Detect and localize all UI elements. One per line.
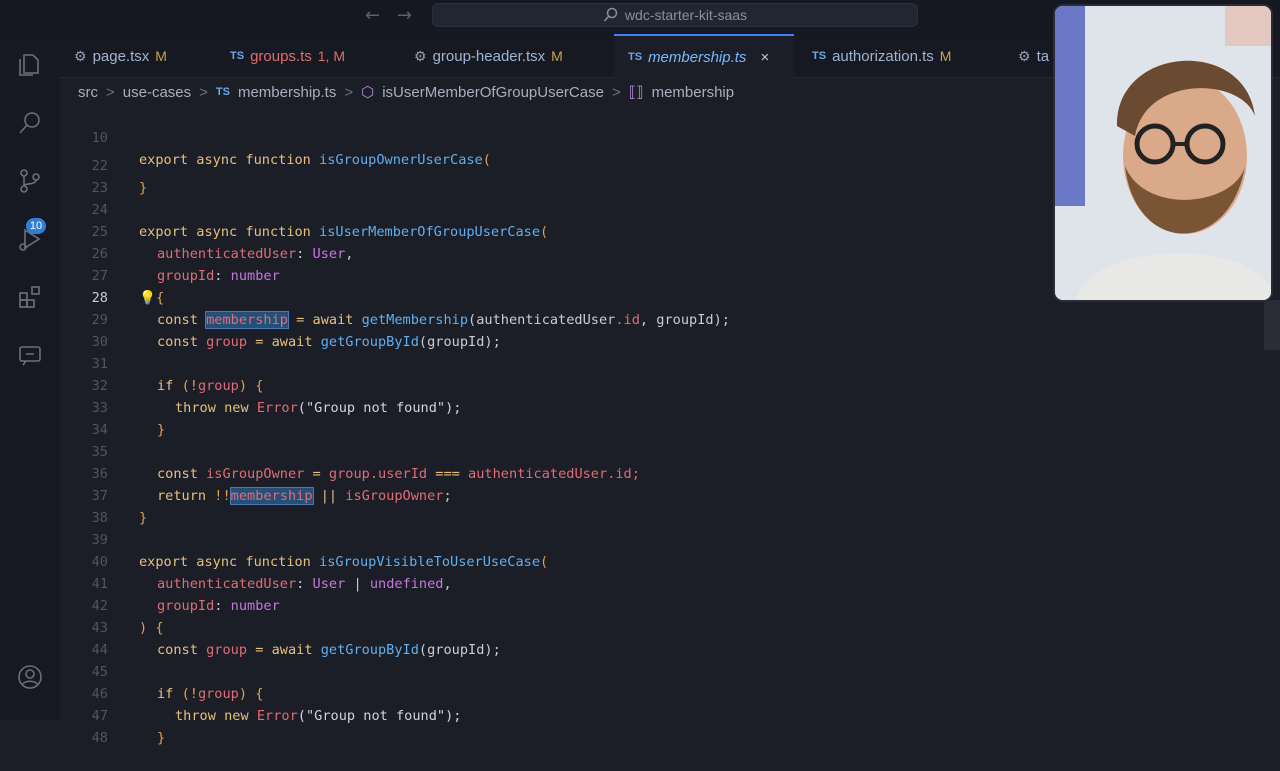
editor-scrollbar[interactable] bbox=[1264, 300, 1280, 350]
code-line: 36 return !!membership || isGroupOwner; bbox=[60, 441, 1280, 505]
gear-icon: ⚙ bbox=[74, 47, 87, 64]
close-icon[interactable]: × bbox=[760, 49, 769, 66]
account-icon[interactable] bbox=[13, 660, 47, 694]
breadcrumb-function[interactable]: isUserMemberOfGroupUserCase bbox=[382, 84, 604, 101]
code-line: 41 groupId: number bbox=[60, 551, 1280, 614]
chevron-right-icon: > bbox=[199, 83, 208, 101]
typescript-icon: TS bbox=[628, 51, 643, 63]
breadcrumb-folder[interactable]: use-cases bbox=[123, 84, 191, 101]
modified-badge: M bbox=[551, 48, 563, 64]
modified-badge: M bbox=[939, 48, 952, 64]
tab-authorization-ts[interactable]: TS authorization.ts M bbox=[798, 34, 998, 78]
gear-icon: ⚙ bbox=[414, 47, 427, 64]
command-center-search[interactable]: wdc-starter-kit-saas bbox=[432, 3, 918, 27]
tab-label: group-header.tsx bbox=[432, 47, 546, 65]
variable-icon: ⟦⟧ bbox=[628, 84, 644, 101]
code-line: 33 } bbox=[60, 375, 1280, 438]
typescript-icon: TS bbox=[812, 50, 827, 62]
explorer-icon[interactable] bbox=[13, 48, 47, 82]
webcam-overlay bbox=[1053, 4, 1273, 302]
modified-badge: M bbox=[155, 48, 167, 64]
search-icon bbox=[603, 7, 618, 22]
tab-label: membership.ts bbox=[648, 48, 747, 66]
tab-page-tsx[interactable]: ⚙ page.tsx M bbox=[60, 34, 210, 78]
code-line: 42 ) { bbox=[60, 573, 1280, 636]
source-control-icon[interactable] bbox=[13, 164, 47, 198]
remote-explorer-icon[interactable] bbox=[13, 338, 47, 372]
code-line: 38 bbox=[60, 485, 1280, 526]
code-line: 31 if (!group) { bbox=[60, 331, 1280, 394]
tab-label: authorization.ts bbox=[832, 47, 934, 65]
run-debug-icon[interactable] bbox=[13, 222, 47, 256]
code-line: 30 bbox=[60, 309, 1280, 350]
tab-membership-ts[interactable]: TS membership.ts × bbox=[614, 34, 794, 78]
forward-arrow-icon[interactable]: → bbox=[397, 5, 412, 26]
code-line: 44 bbox=[60, 617, 1280, 658]
tab-group-header-tsx[interactable]: ⚙ group-header.tsx M bbox=[400, 34, 612, 78]
breadcrumb-file[interactable]: membership.ts bbox=[238, 84, 336, 101]
chevron-right-icon: > bbox=[344, 83, 354, 101]
typescript-icon: TS bbox=[215, 86, 230, 98]
back-arrow-icon[interactable]: ← bbox=[365, 5, 380, 26]
breadcrumb-symbol[interactable]: membership bbox=[652, 84, 735, 101]
extensions-icon[interactable] bbox=[13, 280, 47, 314]
code-line: 39 export async function isGroupVisibleT… bbox=[60, 507, 1280, 570]
breadcrumb-src[interactable]: src bbox=[78, 84, 98, 101]
code-line: 32 throw new Error("Group not found"); bbox=[60, 353, 1280, 416]
code-line: 48 bbox=[60, 705, 1280, 746]
tab-label: page.tsx bbox=[92, 47, 150, 65]
code-line: 43 const group = await getGroupById(grou… bbox=[60, 595, 1280, 658]
code-line: 46 throw new Error("Group not found"); bbox=[60, 661, 1280, 724]
tab-label: ta bbox=[1036, 47, 1050, 65]
code-line: 40 authenticatedUser: User | undefined, bbox=[60, 529, 1280, 592]
line-number: 48 bbox=[91, 730, 108, 746]
chevron-right-icon: > bbox=[106, 83, 115, 101]
code-line: 35 const isGroupOwner = group.userId ===… bbox=[60, 419, 1280, 482]
code-line: 34 bbox=[60, 397, 1280, 438]
tab-label: groups.ts bbox=[250, 47, 312, 65]
presenter-video bbox=[1055, 6, 1271, 300]
code-line: 45 if (!group) { bbox=[60, 639, 1280, 702]
typescript-icon: TS bbox=[230, 50, 245, 62]
gear-icon: ⚙ bbox=[1018, 47, 1031, 64]
chevron-right-icon: > bbox=[611, 83, 621, 101]
search-icon[interactable] bbox=[13, 106, 47, 140]
code-line: 47 } bbox=[60, 683, 1280, 746]
tab-groups-ts[interactable]: TS groups.ts 1, M bbox=[216, 34, 396, 78]
error-badge: 1, M bbox=[317, 48, 345, 64]
workspace-name: wdc-starter-kit-saas bbox=[624, 7, 748, 23]
activity-bar: 10 bbox=[0, 34, 60, 720]
code-line: 37 } bbox=[60, 463, 1280, 526]
brace: } bbox=[157, 730, 166, 746]
method-icon: ⬡ bbox=[361, 84, 375, 101]
